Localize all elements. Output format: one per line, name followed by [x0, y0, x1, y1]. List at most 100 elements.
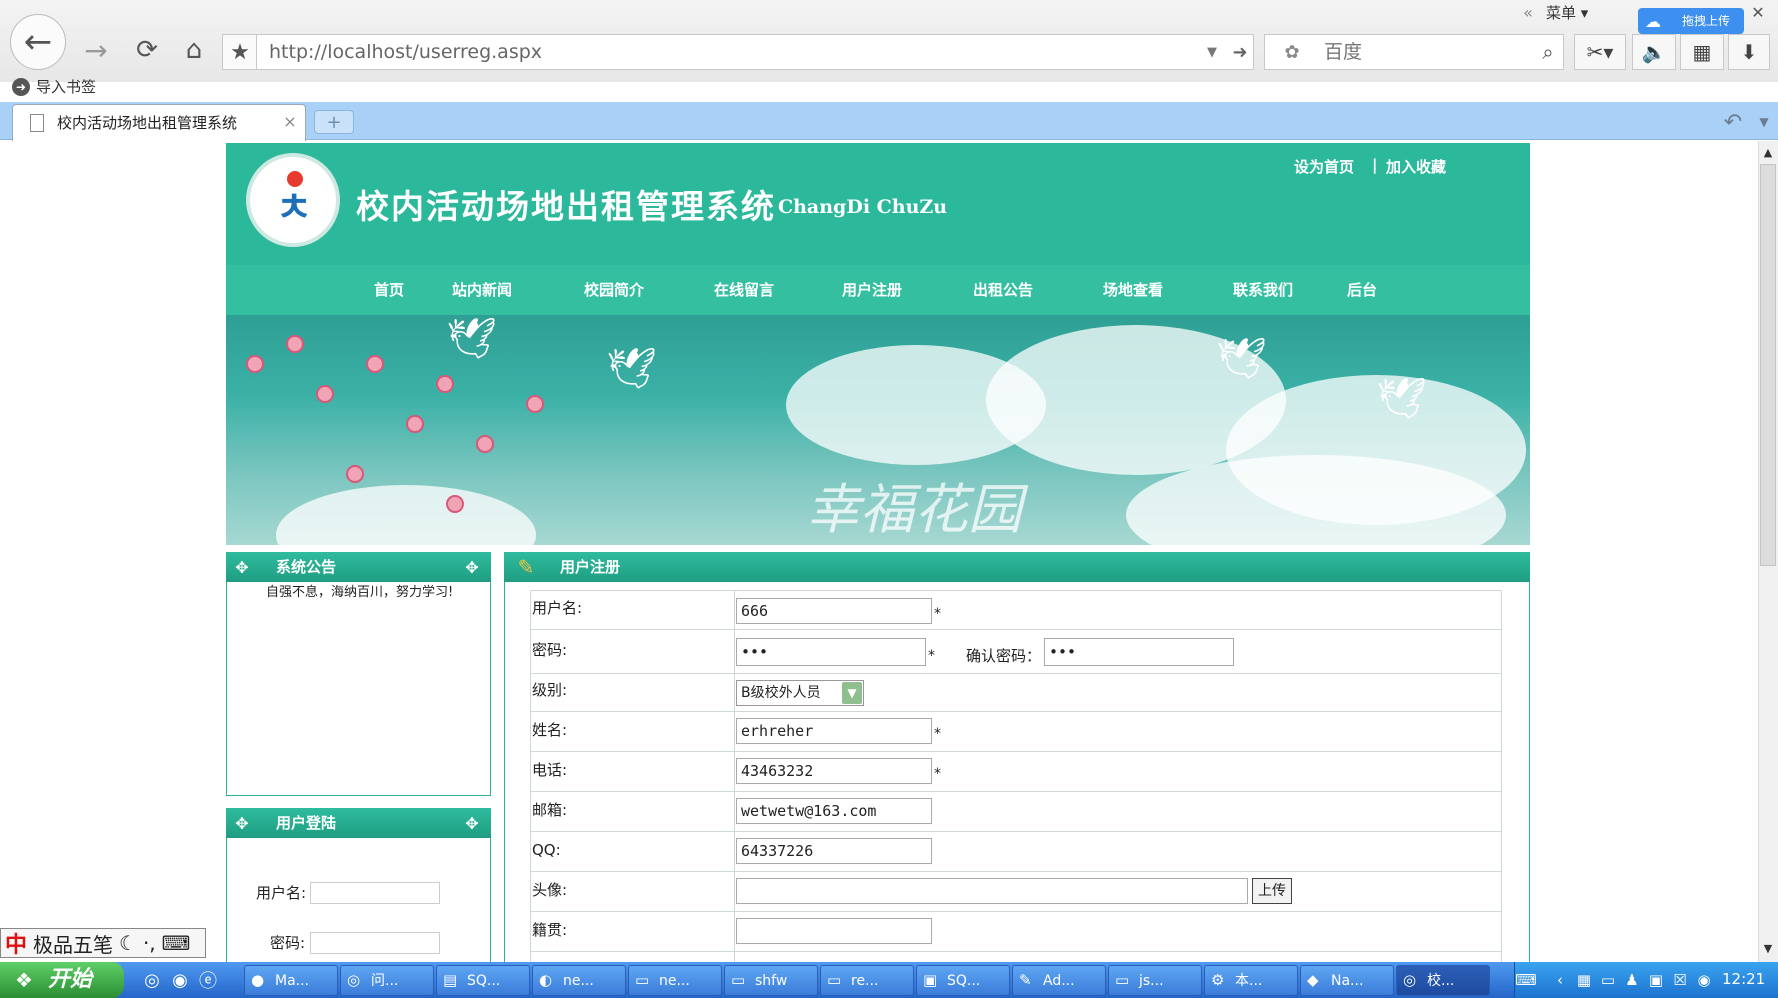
taskbar-item[interactable]: ◎ 问...	[340, 965, 434, 996]
close-icon[interactable]: ✕	[1748, 2, 1768, 22]
chevron-down-icon[interactable]: ▼	[842, 682, 862, 704]
taskbar-item[interactable]: ◆ Na...	[1300, 965, 1394, 996]
back-button[interactable]: ←	[10, 14, 66, 70]
scroll-up-icon[interactable]: ▲	[1758, 142, 1778, 162]
nav-contact[interactable]: 联系我们	[1233, 275, 1293, 305]
upload-button[interactable]: 上传	[1252, 878, 1292, 904]
login-title: 用户登陆	[226, 808, 491, 838]
set-home-link[interactable]: 设为首页	[1294, 156, 1354, 177]
new-tab-button[interactable]: +	[314, 110, 354, 134]
windows-logo-icon: ❖	[15, 968, 33, 992]
taskbar-item[interactable]: ▭ ne...	[628, 965, 722, 996]
search-input[interactable]	[1322, 36, 1522, 68]
taskbar-item[interactable]: ✎ Ad...	[1012, 965, 1106, 996]
name-input[interactable]	[736, 718, 932, 744]
tab-list-icon[interactable]: ▼	[1754, 112, 1774, 132]
nav-campus-intro[interactable]: 校园简介	[584, 275, 644, 305]
home-button[interactable]: ⌂	[174, 30, 214, 70]
punctuation-icon[interactable]: ·,	[143, 931, 156, 955]
scroll-down-icon[interactable]: ▼	[1758, 938, 1778, 958]
password-label: 密码:	[532, 641, 568, 659]
site-title: 校内活动场地出租管理系统	[356, 187, 776, 226]
address-bar[interactable]: http://localhost/userreg.aspx	[256, 34, 1254, 70]
moon-icon[interactable]: ☾	[119, 931, 137, 955]
collapse-icon[interactable]: «	[1518, 2, 1538, 22]
qq-input[interactable]	[736, 838, 932, 864]
taskbar-item[interactable]: ▭ js...	[1108, 965, 1202, 996]
native-place-input[interactable]	[736, 918, 932, 944]
search-icon[interactable]: ⌕	[1534, 38, 1562, 66]
login-username-input[interactable]	[310, 882, 440, 904]
tray-collapse-icon[interactable]: ‹	[1550, 970, 1570, 990]
keyboard-tray-icon[interactable]: ⌨	[1515, 970, 1537, 990]
browser-quicklaunch-icon[interactable]: ◎	[140, 968, 164, 992]
nav-home[interactable]: 首页	[374, 275, 404, 305]
username-input[interactable]	[736, 598, 932, 624]
search-engine-icon[interactable]: ✿	[1280, 40, 1304, 64]
confirm-password-input[interactable]	[1044, 638, 1234, 666]
nav-rental-notice[interactable]: 出租公告	[973, 275, 1033, 305]
taskbar-item-active[interactable]: ◎ 校...	[1396, 965, 1490, 996]
arrows-icon: ✥	[465, 813, 479, 833]
app-icon: ◐	[539, 971, 553, 989]
nav-message[interactable]: 在线留言	[714, 275, 774, 305]
app-quicklaunch-icon[interactable]: ◉	[168, 968, 192, 992]
folder-icon: ▭	[1115, 971, 1130, 989]
login-password-label: 密码:	[270, 934, 306, 952]
volume-icon[interactable]: ◉	[1694, 970, 1714, 990]
taskbar-item[interactable]: ▣ SQ...	[916, 965, 1010, 996]
cloud-icon: ☁	[1645, 11, 1661, 31]
input-method-bar[interactable]: 中 极品五笔 ☾ ·, ⌨	[0, 928, 206, 958]
qr-icon[interactable]: ▦	[1680, 34, 1724, 70]
level-selected: B级校外人员	[741, 685, 821, 701]
taskbar-item[interactable]: ▤ SQ...	[436, 965, 530, 996]
app-tray-icon[interactable]: ▣	[1646, 970, 1666, 990]
reload-button[interactable]: ⟳	[128, 30, 166, 70]
menu-label: 菜单	[1546, 4, 1577, 22]
taskbar-item[interactable]: ▭ re...	[820, 965, 914, 996]
add-favorite-link[interactable]: 加入收藏	[1386, 156, 1446, 177]
address-dropdown-icon[interactable]: ▼	[1200, 34, 1224, 70]
tab-active[interactable]: 校内活动场地出租管理系统	[12, 104, 306, 142]
undo-close-tab-icon[interactable]: ↶	[1718, 110, 1748, 135]
app-tray-icon[interactable]: ☒	[1670, 970, 1690, 990]
avatar-input[interactable]	[736, 878, 1248, 904]
network-icon[interactable]: ▦	[1574, 970, 1594, 990]
nav-venues[interactable]: 场地查看	[1103, 275, 1163, 305]
nav-news[interactable]: 站内新闻	[452, 275, 512, 305]
phone-input[interactable]	[736, 758, 932, 784]
password-input[interactable]	[736, 638, 926, 666]
monitor-icon[interactable]: ▭	[1598, 970, 1618, 990]
taskbar-item[interactable]: ▭ shfw	[724, 965, 818, 996]
app-icon: ▤	[443, 971, 458, 989]
tab-close-icon[interactable]: ×	[282, 112, 298, 131]
ie-quicklaunch-icon[interactable]: ⓔ	[196, 968, 220, 992]
ime-chinese-icon: 中	[5, 933, 28, 958]
go-arrow-icon[interactable]: ➜	[1226, 34, 1254, 70]
import-arrow-icon: ➜	[12, 78, 30, 96]
sound-icon[interactable]: 🔈	[1632, 34, 1676, 70]
email-label: 邮箱:	[532, 801, 568, 819]
keyboard-icon[interactable]: ⌨	[162, 931, 191, 955]
taskbar-item[interactable]: ● Ma...	[244, 965, 338, 996]
scroll-thumb[interactable]	[1760, 164, 1776, 566]
import-bookmarks-link[interactable]: ➜ 导入书签	[12, 76, 96, 98]
avatar-label: 头像:	[532, 881, 568, 899]
forward-button[interactable]: →	[76, 30, 116, 70]
header-separator: |	[1372, 156, 1378, 174]
bookmark-star-icon[interactable]: ★	[222, 34, 258, 70]
notice-text: 自强不息，海纳百川，努力学习!	[266, 585, 454, 600]
qq-label: QQ:	[532, 841, 561, 859]
email-input[interactable]	[736, 798, 932, 824]
import-bookmarks-label: 导入书签	[36, 78, 97, 96]
nav-admin[interactable]: 后台	[1347, 275, 1377, 305]
download-icon[interactable]: ⬇	[1728, 34, 1770, 70]
task-label: Ma...	[275, 973, 310, 989]
qq-icon[interactable]: ♟	[1622, 970, 1642, 990]
screenshot-scissors-icon[interactable]: ✂▾	[1574, 34, 1626, 70]
taskbar-item[interactable]: ◐ ne...	[532, 965, 626, 996]
login-password-input[interactable]	[310, 932, 440, 954]
nav-register[interactable]: 用户注册	[842, 275, 902, 305]
menu-button[interactable]: 菜单 ▾	[1546, 2, 1588, 24]
taskbar-item[interactable]: ⚙ 本...	[1204, 965, 1298, 996]
